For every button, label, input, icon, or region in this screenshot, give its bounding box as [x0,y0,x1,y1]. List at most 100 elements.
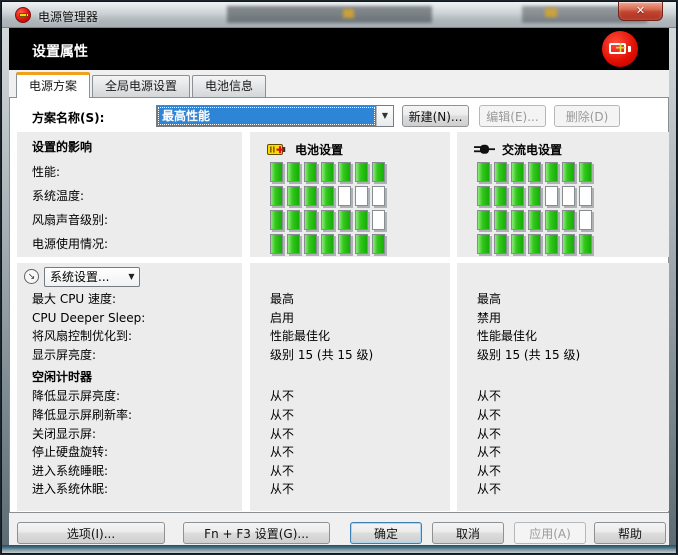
battery-icon [267,143,288,156]
power-manager-battery-icon: + [602,31,638,67]
bar-cell [528,186,541,206]
help-button[interactable]: 帮助 [594,522,666,544]
setting-battery-value: 从不 [250,425,450,444]
battery-settings-panel: 电池设置 [250,132,450,257]
setting-ac-value [457,364,669,387]
ac-settings-panel: 交流电设置 [457,132,669,257]
fn-f3-settings-button[interactable]: Fn + F3 设置(G)... [183,522,330,544]
setting-row-label: 最大 CPU 速度: [17,290,242,309]
scheme-name-label: 方案名称(S): [32,109,104,126]
bar-cell [270,210,283,230]
bar-cell [304,186,317,206]
setting-row-label: 显示屏亮度: [17,346,242,365]
bar-cell [372,234,385,254]
bar-cell [355,162,368,182]
setting-ac-value: 从不 [457,387,669,406]
bar-cell [511,162,524,182]
edit-scheme-button: 编辑(E)... [479,105,546,127]
bar-cell [477,186,490,206]
scheme-selected-value: 最高性能 [157,106,376,126]
bar-cell [287,234,300,254]
ac-plug-icon [474,143,495,156]
close-button[interactable]: ✕ [618,2,663,21]
bar-cell [372,162,385,182]
system-settings-selected-value: 系统设置... [45,268,124,286]
effects-section: 设置的影响 性能:系统温度:风扇声音级别:电源使用情况: 电池设置 [17,132,665,257]
setting-ac-value: 性能最佳化 [457,327,669,346]
cancel-button[interactable]: 取消 [432,522,504,544]
bar-meter [457,208,669,232]
bar-cell [321,234,334,254]
bar-meter [457,232,669,256]
setting-row-label: 降低显示屏亮度: [17,387,242,406]
tab-battery-info[interactable]: 电池信息 [192,75,266,97]
tab-power-plan[interactable]: 电源方案 [16,72,90,98]
system-settings-section: ↘ 系统设置... ▼ 最大 CPU 速度:CPU Deeper Sleep:将… [17,263,665,511]
bar-cell [355,210,368,230]
setting-row-label: 将风扇控制优化到: [17,327,242,346]
setting-ac-value: 从不 [457,425,669,444]
tab-global-power-settings[interactable]: 全局电源设置 [92,75,190,97]
titlebar-background-bleed [545,8,557,17]
bar-cell [562,162,575,182]
setting-ac-value: 从不 [457,406,669,425]
options-button[interactable]: 选项(I)... [17,522,165,544]
bar-cell [304,210,317,230]
idle-timers-header: 空闲计时器 [17,364,242,387]
ok-button[interactable]: 确定 [350,522,422,544]
bar-cell [287,186,300,206]
setting-battery-value: 启用 [250,309,450,328]
setting-battery-value: 从不 [250,480,450,499]
bar-cell [545,210,558,230]
battery-settings-header: 电池设置 [295,141,343,158]
bar-cell [270,162,283,182]
bar-cell [494,186,507,206]
setting-ac-value: 最高 [457,290,669,309]
bar-cell [321,186,334,206]
effect-row-label: 性能: [17,160,242,184]
tab-page-power-plan: 方案名称(S): 最高性能 ▼ 新建(N)... 编辑(E)... 删除(D) … [9,97,669,513]
bar-cell [579,210,592,230]
battery-bars [250,160,450,256]
ac-settings-header: 交流电设置 [502,141,562,158]
setting-row-label: 关闭显示屏: [17,425,242,444]
chevron-down-icon[interactable]: ▼ [124,268,139,286]
setting-row-label: 进入系统休眠: [17,480,242,499]
titlebar-background-bleed [343,9,354,18]
bar-cell [372,210,385,230]
bar-meter [250,160,450,184]
bar-cell [338,186,351,206]
bar-cell [528,162,541,182]
bar-cell [494,162,507,182]
setting-row-label: CPU Deeper Sleep: [17,309,242,328]
new-scheme-button[interactable]: 新建(N)... [402,105,469,127]
window-title: 电源管理器 [38,8,98,25]
bar-cell [562,210,575,230]
bar-cell [511,186,524,206]
window-frame-bottom [2,545,676,553]
expand-icon[interactable]: ↘ [24,269,39,284]
setting-ac-value: 从不 [457,480,669,499]
bar-cell [528,210,541,230]
effects-labels-panel: 设置的影响 性能:系统温度:风扇声音级别:电源使用情况: [17,132,242,257]
system-settings-select[interactable]: 系统设置... ▼ [44,267,140,287]
bar-cell [477,162,490,182]
setting-ac-value: 从不 [457,462,669,481]
bar-cell [338,234,351,254]
bar-cell [511,234,524,254]
setting-row-label: 降低显示屏刷新率: [17,406,242,425]
bar-cell [304,162,317,182]
effects-title: 设置的影响 [17,132,242,160]
scheme-name-select[interactable]: 最高性能 ▼ [156,105,394,127]
chevron-down-icon[interactable]: ▼ [376,106,393,126]
bar-cell [270,234,283,254]
ac-bars [457,160,669,256]
bar-cell [562,186,575,206]
titlebar[interactable]: 电源管理器 ✕ [2,2,676,28]
bar-cell [511,210,524,230]
bar-cell [579,186,592,206]
bar-cell [287,162,300,182]
bar-meter [250,184,450,208]
dialog-content: 设置属性 + 电源方案全局电源设置电池信息 方案名称(S): 最高性能 ▼ 新建… [9,28,669,545]
bar-cell [477,210,490,230]
